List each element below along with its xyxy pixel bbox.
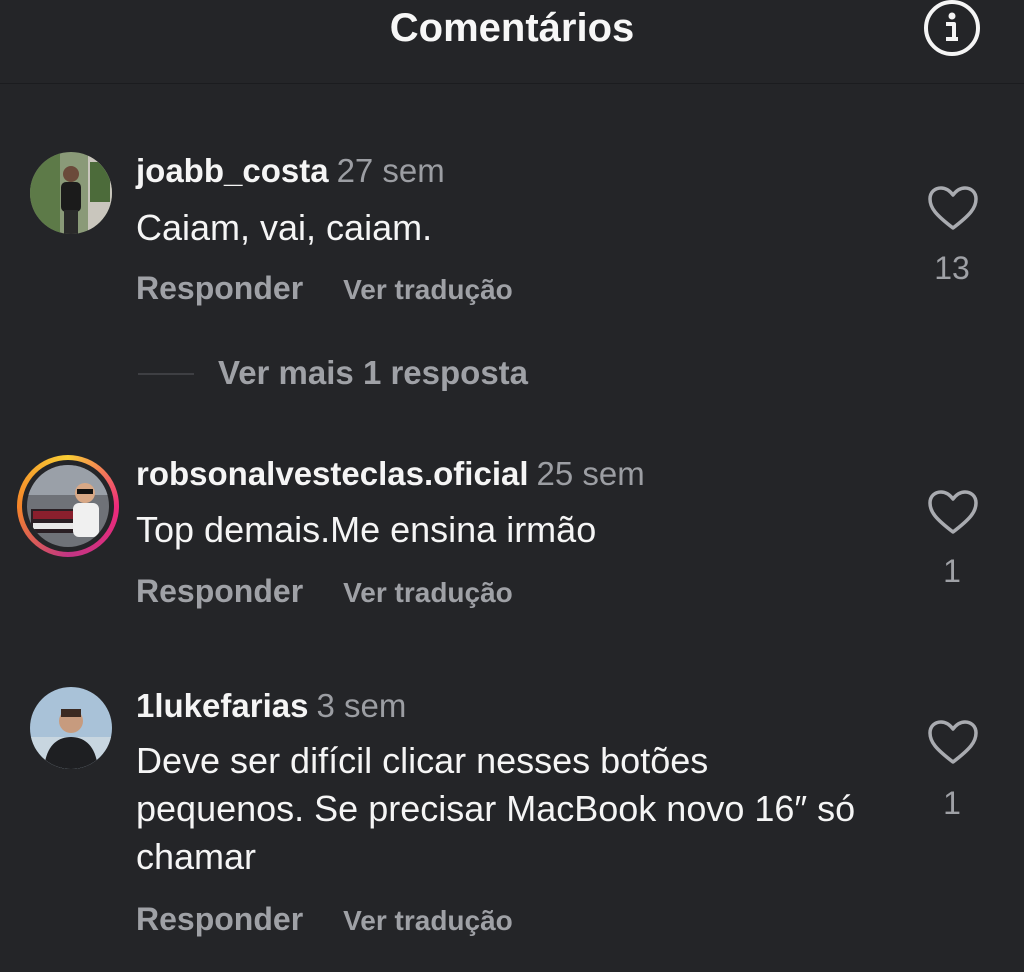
translate-button[interactable]: Ver tradução — [343, 905, 513, 936]
comment-text: Top demais.Me ensina irmão — [136, 509, 597, 550]
reply-thread-line — [138, 373, 194, 375]
comment-header: joabb_costa 27 sem — [136, 152, 445, 190]
reply-button[interactable]: Responder — [136, 573, 303, 609]
username[interactable]: robsonalvesteclas.oficial — [136, 455, 529, 492]
like-count: 13 — [934, 250, 970, 286]
reply-button[interactable]: Responder — [136, 270, 303, 306]
avatar[interactable] — [30, 687, 112, 769]
comment-text: Caiam, vai, caiam. — [136, 207, 433, 248]
header-bar: Comentários — [0, 0, 1024, 84]
like-count: 1 — [943, 553, 961, 589]
comment-actions: Responder Ver tradução — [136, 270, 513, 307]
avatar[interactable] — [17, 455, 119, 557]
info-icon[interactable] — [922, 0, 982, 60]
comment-time: 27 sem — [336, 152, 445, 189]
username[interactable]: joabb_costa — [136, 152, 329, 189]
heart-icon[interactable] — [926, 718, 980, 766]
translate-button[interactable]: Ver tradução — [343, 274, 513, 305]
heart-icon[interactable] — [926, 184, 980, 232]
translate-button[interactable]: Ver tradução — [343, 577, 513, 608]
comment-time: 25 sem — [536, 455, 645, 492]
comment-text: Deve ser difícil clicar nesses botões pe… — [136, 740, 856, 877]
comment-header: robsonalvesteclas.oficial 25 sem — [136, 455, 645, 493]
like-count: 1 — [943, 785, 961, 821]
page-title: Comentários — [389, 6, 635, 50]
reply-button[interactable]: Responder — [136, 901, 303, 937]
view-more-replies-label[interactable]: Ver mais 1 resposta — [218, 354, 528, 392]
comment-header: 1lukefarias 3 sem — [136, 687, 406, 725]
avatar[interactable] — [30, 152, 112, 234]
username[interactable]: 1lukefarias — [136, 687, 308, 724]
heart-icon[interactable] — [926, 488, 980, 536]
comment-time: 3 sem — [316, 687, 407, 724]
comment-actions: Responder Ver tradução — [136, 573, 513, 610]
comment-actions: Responder Ver tradução — [136, 901, 513, 938]
